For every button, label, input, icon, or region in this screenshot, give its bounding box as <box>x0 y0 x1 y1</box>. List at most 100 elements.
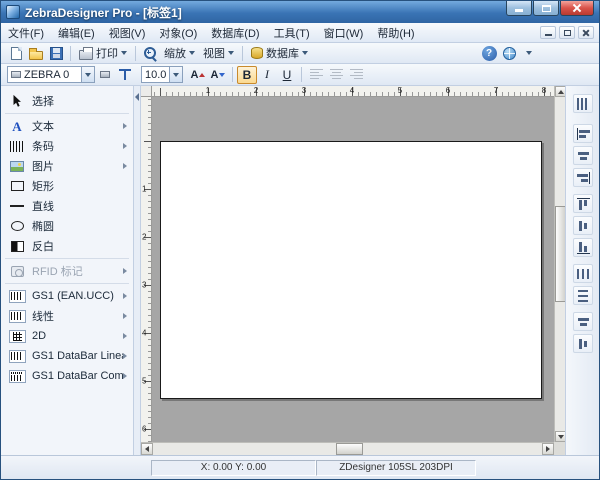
align-text-center-button[interactable] <box>326 66 346 84</box>
menu-view[interactable]: 视图(V) <box>102 22 153 44</box>
align-objects-top-button[interactable] <box>573 194 593 213</box>
toolbox-item-picture[interactable]: 图片 <box>1 156 133 176</box>
align-objects-bottom-button[interactable] <box>573 238 593 257</box>
toolbox-item-barcode[interactable]: 条码 <box>1 136 133 156</box>
toolbox-item-label: 选择 <box>32 93 54 109</box>
toolbox-item-gs1-databar-composite[interactable]: GS1 DataBar Composite <box>1 366 133 386</box>
print-dropdown-button[interactable]: 打印 <box>75 44 131 62</box>
design-canvas[interactable] <box>152 97 554 442</box>
printer-icon <box>79 50 93 60</box>
toolbox-item-linear[interactable]: 线性 <box>1 306 133 326</box>
document-minimize-button[interactable] <box>540 26 556 39</box>
online-help-button[interactable] <box>499 44 519 62</box>
toolbox-item-2d[interactable]: 2D <box>1 326 133 346</box>
menu-help[interactable]: 帮助(H) <box>370 22 421 44</box>
align-left-icon <box>310 69 323 80</box>
menu-tools[interactable]: 工具(T) <box>267 22 317 44</box>
center-on-label-v-button[interactable] <box>573 334 593 353</box>
document-restore-button[interactable] <box>559 26 575 39</box>
columns-button[interactable] <box>573 94 593 113</box>
picture-icon <box>8 159 26 173</box>
toolbox-item-rfid[interactable]: RFID 标记 <box>1 261 133 281</box>
toolbox-item-text[interactable]: A 文本 <box>1 116 133 136</box>
align-objects-left-button[interactable] <box>573 124 593 143</box>
align-toolbar <box>565 86 599 455</box>
chevron-down-icon <box>85 73 91 77</box>
maximize-button[interactable] <box>533 1 559 16</box>
vertical-ruler: 1 2 3 4 5 6 <box>141 97 152 442</box>
align-text-right-button[interactable] <box>346 66 366 84</box>
align-objects-middle-button[interactable] <box>573 216 593 235</box>
truetype-fonts-toggle-button[interactable] <box>115 66 135 84</box>
printer-fonts-toggle-button[interactable] <box>95 66 115 84</box>
font-dropdown-button[interactable] <box>81 67 94 82</box>
view-dropdown-button[interactable]: 视图 <box>199 44 238 62</box>
toolbar-options-button[interactable] <box>519 44 539 62</box>
distribute-vertical-button[interactable] <box>573 286 593 305</box>
toolbox-item-gs1-databar-linear[interactable]: GS1 DataBar Linear <box>1 346 133 366</box>
printer-font-icon <box>11 71 21 78</box>
title-bar[interactable]: ZebraDesigner Pro - [标签1] <box>1 1 599 23</box>
bold-button[interactable]: B <box>237 66 257 84</box>
toolbox-splitter[interactable] <box>134 86 141 455</box>
chevron-right-icon <box>123 373 127 379</box>
ruler-number-v: 4 <box>142 329 146 338</box>
ruler-number-h: 2 <box>254 86 258 95</box>
ruler-number-v: 6 <box>142 425 146 434</box>
scroll-right-button[interactable] <box>542 443 554 455</box>
zebradesigner-window: ZebraDesigner Pro - [标签1] 文件(F) 编辑(E) 视图… <box>0 0 600 480</box>
menu-object[interactable]: 对象(O) <box>152 22 204 44</box>
toolbox-item-inverse[interactable]: 反白 <box>1 236 133 256</box>
toolbox-item-line[interactable]: 直线 <box>1 196 133 216</box>
menu-file[interactable]: 文件(F) <box>1 22 51 44</box>
new-document-button[interactable] <box>6 44 26 62</box>
align-center-horizontal-icon <box>577 150 590 162</box>
zoom-dropdown-button[interactable]: 缩放 <box>160 44 199 62</box>
save-button[interactable] <box>46 44 66 62</box>
horizontal-scrollbar[interactable] <box>141 442 554 455</box>
align-objects-center-h-button[interactable] <box>573 146 593 165</box>
toolbox-item-label: 矩形 <box>32 178 54 194</box>
open-button[interactable] <box>26 44 46 62</box>
toolbox-item-select[interactable]: 选择 <box>1 91 133 111</box>
toolbox-item-gs1-eanucc[interactable]: GS1 (EAN.UCC) <box>1 286 133 306</box>
horizontal-scroll-thumb[interactable] <box>336 443 363 455</box>
increase-font-button[interactable]: A <box>188 66 208 84</box>
chevron-right-icon <box>123 163 127 169</box>
menu-database[interactable]: 数据库(D) <box>204 22 266 44</box>
label-page[interactable] <box>160 141 542 399</box>
italic-button[interactable]: I <box>257 66 277 84</box>
minimize-button[interactable] <box>506 1 532 16</box>
center-on-label-h-button[interactable] <box>573 312 593 331</box>
italic-icon: I <box>265 67 269 82</box>
align-text-left-button[interactable] <box>306 66 326 84</box>
ruler-number-v: 1 <box>142 185 146 194</box>
menu-edit[interactable]: 编辑(E) <box>51 22 102 44</box>
separator <box>5 113 129 114</box>
distribute-horizontal-button[interactable] <box>573 264 593 283</box>
help-button[interactable]: ? <box>479 44 499 62</box>
menu-window[interactable]: 窗口(W) <box>317 22 371 44</box>
underline-button[interactable]: U <box>277 66 297 84</box>
chevron-right-icon <box>123 293 127 299</box>
toolbox-panel: 选择 A 文本 条码 图片 矩形 <box>1 86 134 455</box>
zoom-in-button[interactable] <box>140 44 160 62</box>
database-dropdown-button[interactable]: 数据库 <box>247 44 312 62</box>
main-area: 选择 A 文本 条码 图片 矩形 <box>1 86 599 455</box>
toolbox-item-rectangle[interactable]: 矩形 <box>1 176 133 196</box>
chevron-right-icon <box>123 313 127 319</box>
document-close-button[interactable] <box>578 26 594 39</box>
align-objects-right-button[interactable] <box>573 168 593 187</box>
close-button[interactable] <box>560 1 594 16</box>
scroll-left-button[interactable] <box>141 443 153 455</box>
vertical-scrollbar[interactable] <box>554 86 565 442</box>
font-size-dropdown-button[interactable] <box>169 67 182 82</box>
save-floppy-icon <box>50 47 63 60</box>
font-size-combobox[interactable]: 10.0 <box>141 66 183 83</box>
toolbox-item-ellipse[interactable]: 椭圆 <box>1 216 133 236</box>
databar-linear-icon <box>8 349 26 363</box>
decrease-font-button[interactable]: A <box>208 66 228 84</box>
align-middle-icon <box>577 220 590 232</box>
document-window-controls <box>540 26 599 39</box>
font-combobox[interactable]: ZEBRA 0 <box>7 66 95 83</box>
